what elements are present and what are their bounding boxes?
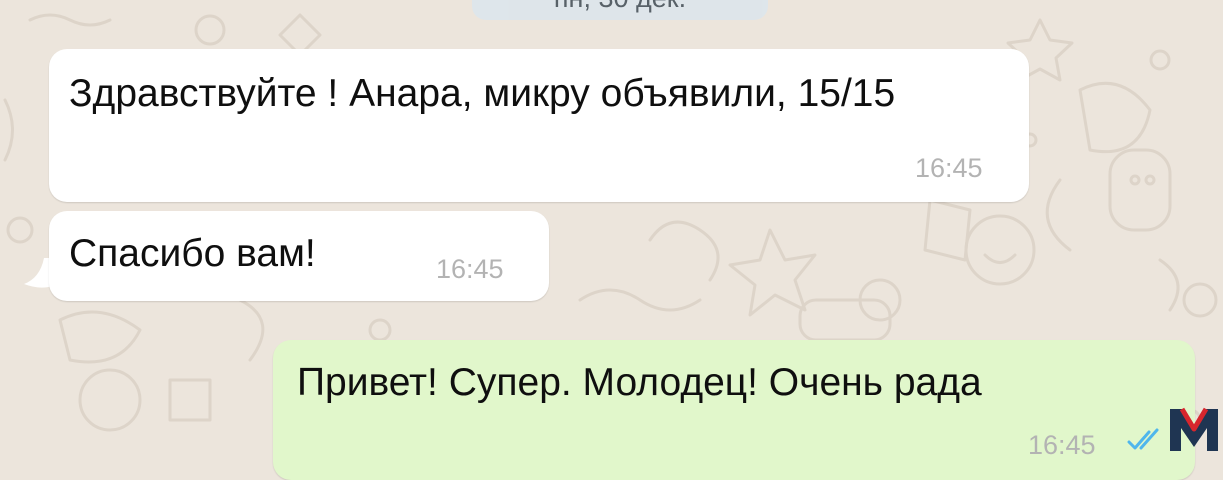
message-text: Привет! Супер. Молодец! Очень рада xyxy=(297,361,982,404)
m-logo-icon xyxy=(1170,407,1218,451)
incoming-message-bubble[interactable]: Спасибо вам! 16:45 xyxy=(49,211,549,301)
message-time: 16:45 xyxy=(1028,430,1096,460)
outgoing-message-bubble[interactable]: Привет! Супер. Молодец! Очень рада 16:45 xyxy=(273,340,1195,480)
message-text: Здравствуйте ! Анара, микру объявили, 15… xyxy=(69,72,896,115)
incoming-message-bubble[interactable]: Здравствуйте ! Анара, микру объявили, 15… xyxy=(49,49,1029,202)
date-separator: пн, 30 дек. xyxy=(472,0,768,20)
message-time: 16:45 xyxy=(436,254,504,284)
double-check-icon xyxy=(1127,428,1159,450)
message-text: Спасибо вам! xyxy=(69,232,316,275)
message-time: 16:45 xyxy=(915,153,983,183)
